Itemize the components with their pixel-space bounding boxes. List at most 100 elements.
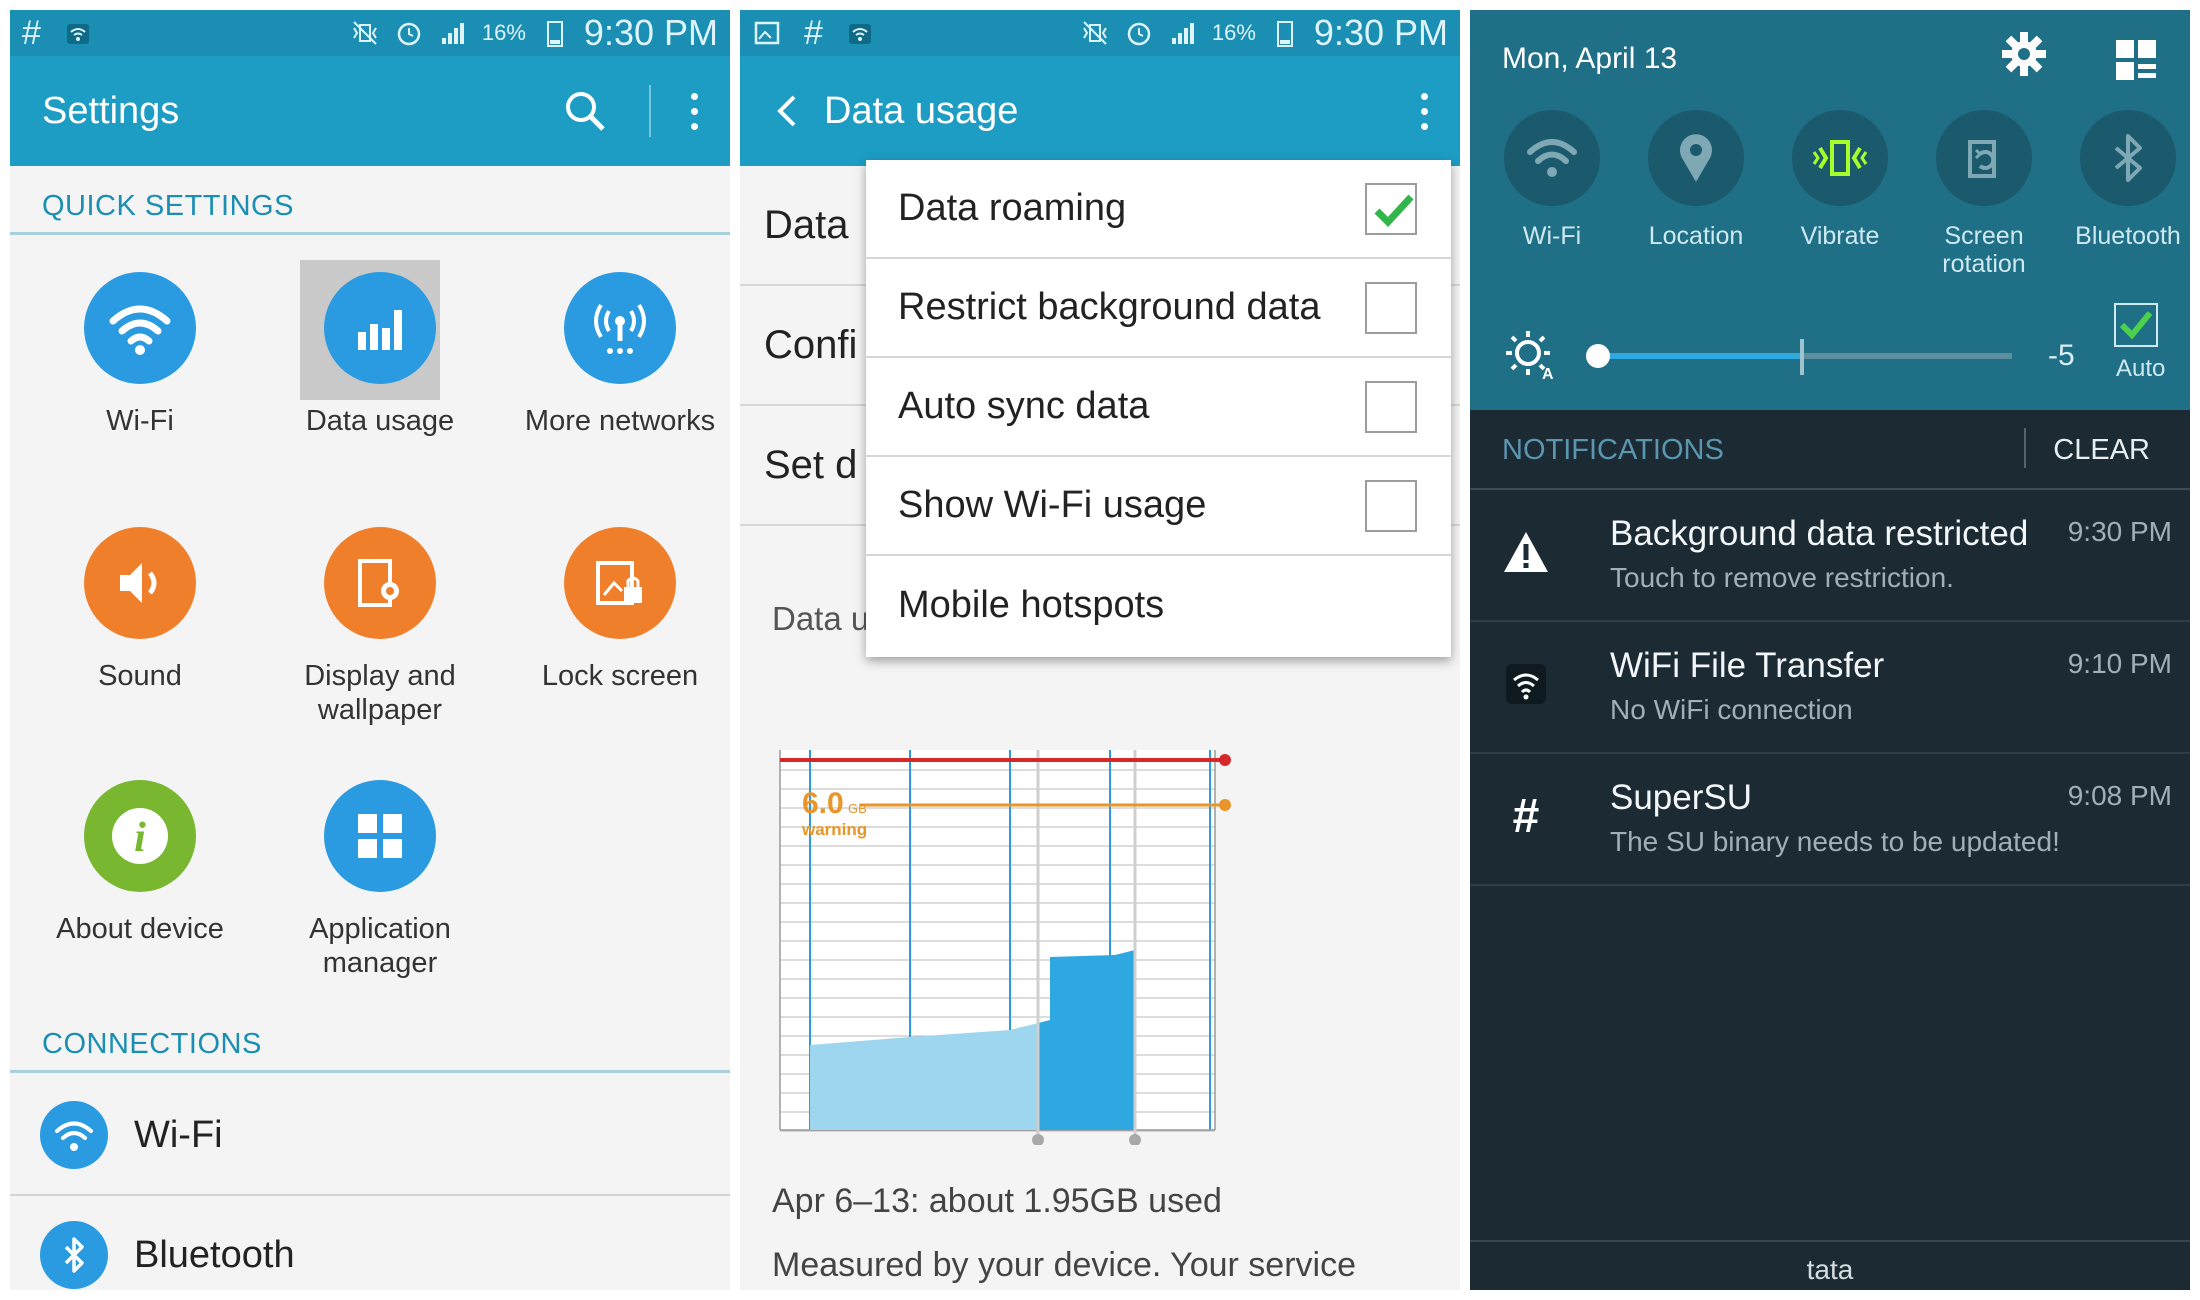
data-limit-handle [1219,754,1231,766]
notification-title: SuperSU [1610,778,1753,817]
clear-button[interactable]: CLEAR [2053,434,2150,467]
warning-label: warning [801,820,867,839]
quick-setting-application-manager[interactable]: Application manager [260,780,500,980]
notification-title: WiFi File Transfer [1610,646,1885,685]
brightness-value: -5 [2048,339,2075,372]
notification-body: Touch to remove restriction. [1610,562,1954,593]
checkbox[interactable] [1365,479,1417,532]
svg-text:A: A [1542,366,1554,383]
tile-label: Location [1648,222,1744,250]
menu-item-show-wifi-usage[interactable]: Show Wi-Fi usage [866,457,1451,556]
check-icon [1374,194,1414,227]
usage-area-selected [1038,950,1135,1130]
notification-time: 9:30 PM [2067,516,2172,547]
quick-settings-header: QUICK SETTINGS [42,190,294,222]
status-bar: # 16% 9:30 PM [10,10,730,56]
brightness-center-marker [1800,339,1804,375]
quick-setting-label: Application manager [309,913,451,979]
menu-item-label: Restrict background data [898,286,1321,328]
checkbox[interactable] [1365,380,1417,433]
divider [1470,1240,2190,1242]
usage-chart-svg: 6.0 GB warning [779,750,1231,1146]
location-pin-icon [1648,110,1744,206]
notification-item[interactable]: # SuperSU The SU binary needs to be upda… [1470,756,2190,886]
auto-brightness-checkbox[interactable] [2114,303,2158,347]
menu-item-data-roaming[interactable]: Data roaming [866,160,1451,259]
bluetooth-icon [2080,110,2176,206]
notification-item[interactable]: WiFi File Transfer No WiFi connection 9:… [1470,624,2190,754]
screen-rotation-icon [1936,110,2032,206]
battery-icon [546,21,563,47]
brightness-thumb[interactable] [1586,344,1610,368]
warning-unit: GB [848,801,867,816]
tile-bluetooth[interactable]: Bluetooth [2058,110,2190,250]
quick-setting-label: About device [56,913,224,945]
search-icon[interactable] [561,87,609,135]
menu-item-mobile-hotspots[interactable]: Mobile hotspots [866,556,1451,655]
quick-setting-label: Lock screen [541,660,699,692]
info-icon: i [84,780,196,892]
lock-screen-icon [564,527,676,639]
measured-note: Measured by your device. Your service [772,1246,1356,1284]
warning-icon [1496,522,1556,582]
quick-setting-lock-screen[interactable]: Lock screen [500,527,730,693]
quick-setting-label: Sound [98,660,182,692]
divider [10,1070,730,1073]
menu-item-restrict-background[interactable]: Restrict background data [866,259,1451,358]
hash-icon: # [804,13,823,52]
auto-label: Auto [2116,355,2166,382]
wifi-icon [1496,654,1556,714]
vibrate-mute-icon [1083,21,1107,45]
menu-item-auto-sync[interactable]: Auto sync data [866,358,1451,457]
overflow-menu-icon[interactable] [1421,92,1428,130]
tile-wifi[interactable]: Wi-Fi [1482,110,1622,250]
brightness-auto-icon: A [1506,331,1554,383]
connection-row-wifi[interactable]: Wi-Fi [10,1076,730,1194]
warning-value: 6.0 [802,787,844,820]
status-clock: 9:30 PM [1313,12,1448,53]
svg-text:i: i [134,815,146,861]
bluetooth-icon [40,1221,108,1289]
page-title: Data usage [824,89,1019,132]
settings-screen: # 16% 9:30 PM Settings QUICK SETTINGS Wi… [10,10,730,1290]
notification-panel: Mon, April 13 Wi-Fi Location Vibrate Scr… [1470,10,2190,1290]
antenna-icon [564,272,676,384]
wifi-icon [84,272,196,384]
notification-item[interactable]: Background data restricted Touch to remo… [1470,492,2190,622]
back-icon[interactable] [772,91,802,131]
gear-icon[interactable] [1994,24,2054,84]
quick-setting-wifi[interactable]: Wi-Fi [20,272,260,438]
checkbox[interactable] [1365,281,1417,334]
edit-tiles-icon[interactable] [2106,30,2166,90]
quick-setting-label: Display and wallpaper [304,660,456,726]
quick-setting-display[interactable]: Display and wallpaper [260,527,500,727]
tile-screen-rotation[interactable]: Screen rotation [1914,110,2054,278]
quick-setting-label: Wi-Fi [106,405,174,437]
overflow-menu-icon[interactable] [691,92,698,130]
wifi-status-icon [848,24,871,44]
wifi-status-icon [66,24,89,44]
quick-setting-more-networks[interactable]: More networks [500,272,730,438]
menu-item-label: Show Wi-Fi usage [898,484,1207,526]
tile-vibrate[interactable]: Vibrate [1770,110,1910,250]
quick-setting-about-device[interactable]: i About device [20,780,260,946]
tile-location[interactable]: Location [1626,110,1766,250]
data-usage-action-bar: Data usage [740,56,1460,166]
wifi-icon [40,1101,108,1169]
battery-percent: 16% [481,20,526,45]
quick-setting-data-usage[interactable]: Data usage [260,272,500,438]
carrier-label: tata [1806,1254,1854,1285]
checkbox-checked[interactable] [1365,182,1417,235]
vibrate-icon [1792,110,1888,206]
battery-percent: 16% [1211,20,1256,45]
status-clock: 9:30 PM [583,12,718,53]
quick-panel: Mon, April 13 Wi-Fi Location Vibrate Scr… [1470,10,2190,410]
grid-icon [324,780,436,892]
connection-row-bluetooth[interactable]: Bluetooth [10,1196,730,1290]
divider [649,85,651,137]
notifications-title: NOTIFICATIONS [1502,434,1724,466]
quick-setting-sound[interactable]: Sound [20,527,260,693]
usage-summary: Apr 6–13: about 1.95GB used [772,1182,1222,1220]
brightness-fill [1592,353,1800,359]
alarm-icon [397,22,421,46]
